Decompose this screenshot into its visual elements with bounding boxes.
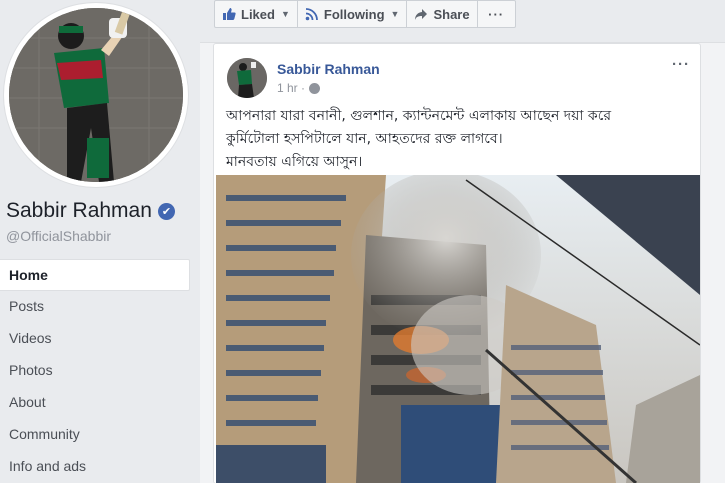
post-author-avatar[interactable]: [227, 58, 267, 98]
rss-icon: [305, 7, 319, 21]
liked-button[interactable]: Liked ▼: [214, 0, 298, 28]
page-nav: Home Posts Videos Photos About Community…: [0, 259, 190, 483]
thumbs-up-icon: [222, 7, 236, 21]
nav-item-videos[interactable]: Videos: [0, 323, 190, 355]
post-meta: 1 hr ·: [277, 81, 321, 95]
profile-picture-frame[interactable]: [4, 3, 188, 187]
left-column: Sabbir Rahman ✔ @OfficialShabbir Home Po…: [0, 0, 196, 483]
share-label: Share: [433, 6, 470, 22]
chevron-down-icon: ▼: [390, 9, 400, 19]
nav-item-photos[interactable]: Photos: [0, 355, 190, 387]
profile-picture[interactable]: [9, 8, 183, 182]
following-label: Following: [323, 6, 385, 22]
more-options-button[interactable]: ···: [477, 0, 516, 28]
nav-item-home[interactable]: Home: [0, 259, 190, 291]
page-action-bar: Liked ▼ Following ▼ Share ···: [214, 0, 520, 29]
share-arrow-icon: [414, 7, 428, 21]
post-author-name[interactable]: Sabbir Rahman: [277, 61, 380, 77]
post-timestamp[interactable]: 1 hr ·: [277, 81, 305, 95]
liked-label: Liked: [241, 6, 275, 22]
post-text-line: আপনারা যারা বনানী, গুলশান, ক্যান্টনমেন্ট…: [226, 108, 612, 124]
nav-item-about[interactable]: About: [0, 387, 190, 419]
nav-item-posts[interactable]: Posts: [0, 291, 190, 323]
page-handle[interactable]: @OfficialShabbir: [6, 228, 111, 244]
nav-item-community[interactable]: Community: [0, 419, 190, 451]
following-button[interactable]: Following ▼: [297, 0, 408, 28]
post-text-line: মানবতায় এগিয়ে আসুন।: [226, 154, 363, 170]
page-title[interactable]: Sabbir Rahman ✔: [6, 199, 175, 223]
nav-item-info-and-ads[interactable]: Info and ads: [0, 451, 190, 483]
verified-badge-icon: ✔: [157, 202, 175, 220]
chevron-down-icon: ▼: [280, 9, 290, 19]
globe-icon: [309, 82, 321, 94]
share-button[interactable]: Share: [407, 0, 478, 28]
timeline-feed: Sabbir Rahman 1 hr · ··· আপনারা যারা বনা…: [200, 42, 725, 483]
post-options-button[interactable]: ···: [672, 56, 690, 73]
page-name-text[interactable]: Sabbir Rahman: [6, 199, 152, 223]
post-text-line: কুর্মিটোলা হসপিটালে যান, আহতদের রক্ত লাগ…: [226, 131, 503, 147]
post-card: Sabbir Rahman 1 hr · ··· আপনারা যারা বনা…: [213, 43, 701, 483]
post-photo[interactable]: [216, 175, 700, 483]
post-text: আপনারা যারা বনানী, গুলশান, ক্যান্টনমেন্ট…: [226, 105, 696, 174]
